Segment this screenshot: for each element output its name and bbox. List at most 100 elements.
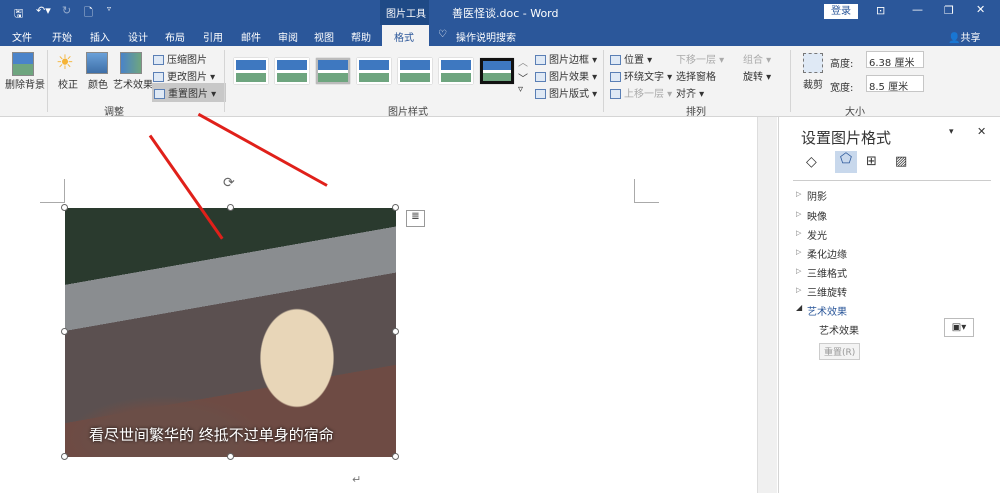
change-picture-button[interactable]: 更改图片 ▾ — [153, 68, 215, 83]
picture-style-7[interactable] — [480, 58, 514, 84]
corrections-button[interactable]: 校正 — [58, 76, 78, 91]
gallery-scroll-down[interactable]: ﹀ — [518, 70, 528, 85]
tab-design[interactable]: 设计 — [128, 29, 148, 44]
color-button[interactable]: 颜色 — [88, 76, 108, 91]
section-glow[interactable]: 发光 — [796, 227, 827, 242]
bring-forward-button[interactable]: 上移一层 ▾ — [610, 85, 672, 100]
share-label: 共享 — [960, 33, 981, 44]
picture-border-button[interactable]: 图片边框 ▾ — [535, 51, 597, 66]
align-button[interactable]: 对齐 ▾ — [676, 85, 704, 100]
vertical-scrollbar[interactable] — [757, 117, 777, 493]
picture-style-4[interactable] — [357, 58, 391, 84]
section-reflection[interactable]: 映像 — [796, 208, 827, 223]
tab-references[interactable]: 引用 — [203, 29, 223, 44]
forward-icon — [610, 89, 621, 99]
remove-background-button[interactable]: 删除背景 — [5, 76, 45, 91]
rotate-handle-icon[interactable]: ⟳ — [223, 175, 235, 191]
position-label: 位置 — [624, 55, 644, 66]
close-button[interactable]: ✕ — [976, 3, 985, 16]
tab-review[interactable]: 审阅 — [278, 29, 298, 44]
gallery-scroll-up[interactable]: ︿ — [518, 54, 528, 69]
login-button[interactable]: 登录 — [824, 4, 858, 19]
pane-options-icon[interactable]: ▾ — [949, 127, 954, 137]
section-shadow[interactable]: 阴影 — [796, 188, 827, 203]
layout-label: 图片版式 — [549, 89, 589, 100]
resize-handle[interactable] — [392, 453, 399, 460]
crop-button[interactable]: 裁剪 — [803, 76, 823, 91]
resize-handle[interactable] — [392, 328, 399, 335]
resize-handle[interactable] — [61, 204, 68, 211]
context-tab-label: 图片工具 — [386, 9, 426, 20]
artistic-effects-label: 艺术效果 — [819, 326, 859, 337]
send-backward-button[interactable]: 下移一层 ▾ — [676, 51, 724, 66]
new-doc-icon[interactable]: 🗋 — [84, 4, 93, 23]
undo-icon[interactable]: ↶▾ — [36, 4, 51, 17]
resize-handle[interactable] — [227, 453, 234, 460]
share-button[interactable]: 👤共享 — [948, 29, 980, 44]
picture-effects-button[interactable]: 图片效果 ▾ — [535, 68, 597, 83]
tab-mailings[interactable]: 邮件 — [241, 29, 261, 44]
picture-style-5[interactable] — [398, 58, 432, 84]
resize-handle[interactable] — [61, 328, 68, 335]
position-button[interactable]: 位置 ▾ — [610, 51, 652, 66]
group-objects-button[interactable]: 组合 ▾ — [743, 51, 771, 66]
format-picture-pane: 设置图片格式 ▾ ✕ ◇ ⬠ ⊞ ▨ 阴影 映像 发光 柔化边缘 三维格式 三维… — [778, 117, 1000, 493]
group-label-styles: 图片样式 — [388, 107, 428, 118]
group-label-size: 大小 — [845, 107, 865, 118]
section-3d-format[interactable]: 三维格式 — [796, 265, 847, 280]
effects-tab-icon[interactable]: ⬠ — [835, 151, 857, 173]
resize-handle[interactable] — [392, 204, 399, 211]
picture-style-6[interactable] — [439, 58, 473, 84]
width-label: 宽度: — [830, 83, 854, 94]
picture-layout-button[interactable]: 图片版式 ▾ — [535, 85, 597, 100]
picture-style-2[interactable] — [275, 58, 309, 84]
pane-label: 选择窗格 — [676, 72, 716, 83]
restore-button[interactable]: ❐ — [944, 4, 954, 17]
change-label: 更改图片 — [167, 72, 207, 83]
gallery-more[interactable]: ▿ — [518, 84, 523, 95]
tab-home[interactable]: 开始 — [52, 29, 72, 44]
compress-pictures-button[interactable]: 压缩图片 — [153, 51, 207, 66]
size-properties-icon[interactable]: ⊞ — [866, 154, 877, 169]
artistic-effects-dropdown[interactable]: ▣▾ — [944, 318, 974, 337]
tab-insert[interactable]: 插入 — [90, 29, 110, 44]
pane-close-button[interactable]: ✕ — [977, 125, 986, 138]
crop-icon — [803, 53, 823, 73]
redo-icon[interactable]: ↻ — [62, 4, 71, 17]
customize-qat-icon[interactable]: ▿ — [107, 4, 111, 13]
tab-view[interactable]: 视图 — [314, 29, 334, 44]
tab-file[interactable]: 文件 — [12, 29, 32, 44]
picture-caption: 看尽世间繁华的 终抵不过单身的宿命 — [89, 426, 334, 444]
artistic-effects-button[interactable]: 艺术效果 — [113, 76, 153, 91]
tab-format[interactable]: 格式 — [382, 25, 429, 46]
layout-options-icon[interactable]: ≣ — [406, 210, 425, 227]
section-artistic-effects[interactable]: 艺术效果 — [807, 303, 847, 318]
height-input[interactable]: 6.38 厘米 — [866, 51, 924, 69]
change-picture-icon — [153, 72, 164, 82]
fill-line-icon[interactable]: ◇ — [806, 154, 817, 170]
selection-pane-button[interactable]: 选择窗格 — [676, 68, 716, 83]
reset-picture-button[interactable]: 重置图片 ▾ — [152, 83, 227, 102]
picture-tab-icon[interactable]: ▨ — [895, 154, 907, 169]
tell-me-search[interactable]: 操作说明搜索 — [456, 29, 516, 44]
group-label-arrange: 排列 — [686, 107, 706, 118]
selected-picture[interactable]: 看尽世间繁华的 终抵不过单身的宿命 — [65, 208, 396, 457]
color-icon — [86, 52, 108, 74]
rotate-button[interactable]: 旋转 ▾ — [743, 68, 771, 83]
save-icon[interactable]: 🖫 — [14, 5, 23, 24]
reset-button[interactable]: 重置(R) — [819, 343, 861, 360]
resize-handle[interactable] — [61, 453, 68, 460]
picture-style-3[interactable] — [316, 58, 350, 84]
minimize-button[interactable]: — — [912, 3, 923, 16]
section-soft-edges[interactable]: 柔化边缘 — [796, 246, 847, 261]
picture-style-1[interactable] — [234, 58, 268, 84]
tab-layout[interactable]: 布局 — [165, 29, 185, 44]
remove-background-icon[interactable] — [12, 52, 34, 76]
section-3d-rotation[interactable]: 三维旋转 — [796, 284, 847, 299]
title-bar: 🖫 ↶▾ ↻ 🗋 ▿ 图片工具 善医怪谈.doc - Word 登录 ⊡ — ❐… — [0, 0, 1000, 25]
width-input[interactable]: 8.5 厘米 — [866, 75, 924, 93]
resize-handle[interactable] — [227, 204, 234, 211]
wrap-text-button[interactable]: 环绕文字 ▾ — [610, 68, 672, 83]
tab-help[interactable]: 帮助 — [351, 29, 371, 44]
ribbon-display-icon[interactable]: ⊡ — [876, 4, 885, 17]
